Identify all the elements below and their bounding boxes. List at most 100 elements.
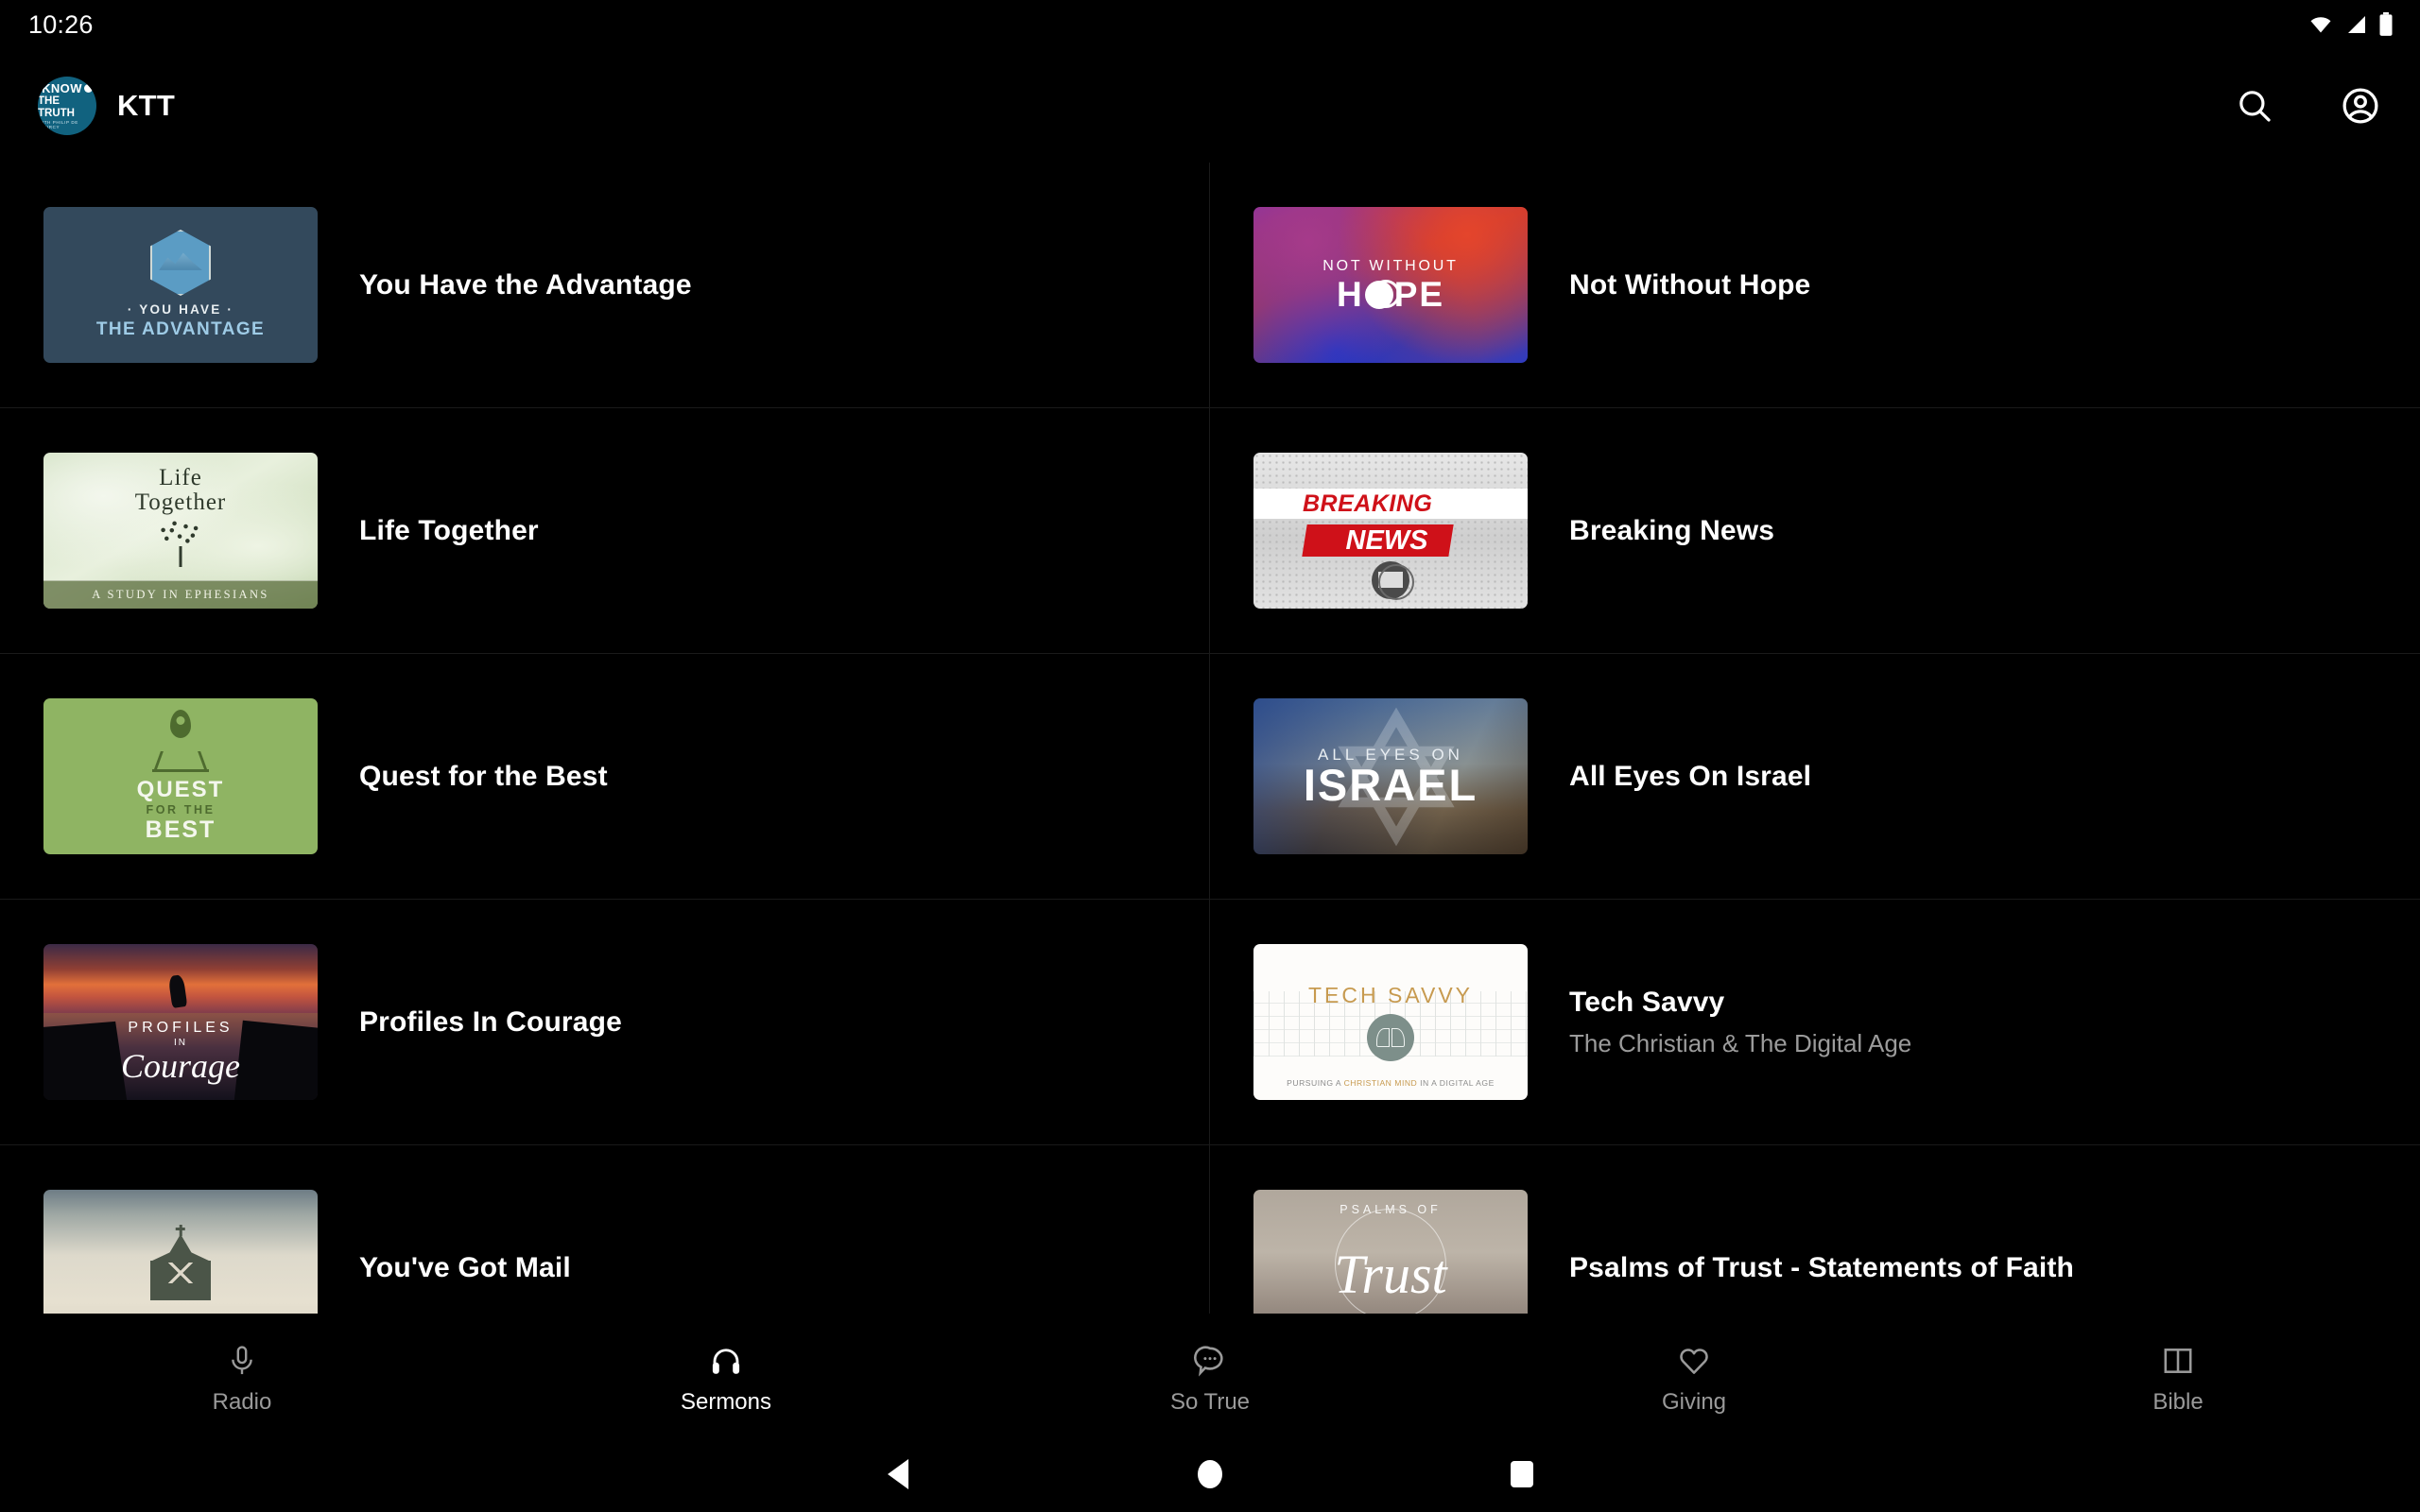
tab-radio[interactable]: Radio xyxy=(0,1344,484,1416)
artwork-hope-pe: PE xyxy=(1393,275,1445,314)
logo-dot xyxy=(83,84,93,94)
app-bar-actions xyxy=(2229,80,2386,131)
heart-icon xyxy=(1680,1349,1708,1374)
artwork-sub-b: CHRISTIAN MIND xyxy=(1343,1078,1418,1088)
list-item[interactable]: PROFILES IN Courage Profiles In Courage xyxy=(0,900,1210,1145)
series-meta: You Have the Advantage xyxy=(359,268,692,302)
series-meta: You've Got Mail xyxy=(359,1251,571,1285)
microphone-icon xyxy=(232,1346,252,1375)
brand: KNOW THE TRUTH WITH PHILIP DE COURCY KTT xyxy=(38,77,175,135)
artwork-line-2: Trust xyxy=(1334,1243,1447,1305)
artwork-line-3: BEST xyxy=(145,816,216,844)
series-thumbnail: TECH SAVVY PURSUING A CHRISTIAN MIND IN … xyxy=(1253,944,1528,1100)
artwork-band: A STUDY IN EPHESIANS xyxy=(43,580,318,609)
tab-label: Sermons xyxy=(680,1389,772,1415)
artwork-line-2: Together xyxy=(134,490,227,516)
series-title: You Have the Advantage xyxy=(359,268,692,301)
status-bar: 10:26 xyxy=(0,0,2420,49)
back-triangle-icon xyxy=(888,1459,908,1489)
home-button[interactable] xyxy=(1054,1460,1366,1488)
series-thumbnail: ALL EYES ON ISRAEL xyxy=(1253,698,1528,854)
artwork-line-2: NEWS xyxy=(1345,525,1428,556)
series-title: Not Without Hope xyxy=(1569,268,1811,301)
series-thumbnail: QUEST FOR THE BEST xyxy=(43,698,318,854)
mountain-outline-icon xyxy=(152,755,209,773)
series-meta: Breaking News xyxy=(1569,514,1774,548)
system-navigation-bar xyxy=(0,1436,2420,1512)
list-item[interactable]: BREAKING NEWS Breaking News xyxy=(1210,408,2420,654)
app-bar: KNOW THE TRUTH WITH PHILIP DE COURCY KTT xyxy=(0,49,2420,163)
logo-line-3: WITH PHILIP DE COURCY xyxy=(38,119,78,129)
series-thumbnail: NOT WITHOUT H PE xyxy=(1253,207,1528,363)
logo-line-2: THE TRUTH xyxy=(38,95,75,119)
tab-sermons[interactable]: Sermons xyxy=(484,1344,968,1416)
series-meta: All Eyes On Israel xyxy=(1569,760,1811,794)
list-item[interactable]: · YOU HAVE · THE ADVANTAGE You Have the … xyxy=(0,163,1210,408)
headphones-icon xyxy=(712,1349,740,1374)
home-circle-icon xyxy=(1198,1460,1222,1488)
list-item[interactable]: YOU’VE GOT MAIL You've Got Mail xyxy=(0,1145,1210,1314)
series-thumbnail: YOU’VE GOT MAIL xyxy=(43,1190,318,1314)
account-circle-icon xyxy=(2342,88,2378,124)
status-clock: 10:26 xyxy=(28,9,94,39)
cellular-signal-icon xyxy=(2348,16,2365,33)
series-title: Psalms of Trust - Statements of Faith xyxy=(1569,1251,2074,1283)
series-meta: Psalms of Trust - Statements of Faith xyxy=(1569,1251,2074,1285)
list-item[interactable]: TECH SAVVY PURSUING A CHRISTIAN MIND IN … xyxy=(1210,900,2420,1145)
know-the-truth-logo: KNOW THE TRUTH WITH PHILIP DE COURCY xyxy=(38,77,96,135)
artwork-band-text: A STUDY IN EPHESIANS xyxy=(92,588,269,601)
list-item[interactable]: Life Together A STUDY IN EPHESIANS Life … xyxy=(0,408,1210,654)
list-item[interactable]: NOT WITHOUT H PE Not Without Hope xyxy=(1210,163,2420,408)
book-badge-icon xyxy=(1367,1014,1414,1061)
recents-button[interactable] xyxy=(1366,1461,1678,1487)
tab-label: Radio xyxy=(212,1389,272,1415)
moon-icon xyxy=(1364,279,1400,309)
list-item[interactable]: ALL EYES ON ISRAEL All Eyes On Israel xyxy=(1210,654,2420,900)
envelope-icon xyxy=(150,1247,211,1300)
artwork-line-1: QUEST xyxy=(136,777,225,803)
series-thumbnail: BREAKING NEWS xyxy=(1253,453,1528,609)
tab-label: Giving xyxy=(1661,1389,1727,1415)
back-button[interactable] xyxy=(742,1459,1054,1489)
artwork-line-1: NOT WITHOUT xyxy=(1322,258,1459,274)
artwork-sub-c: IN A DIGITAL AGE xyxy=(1417,1078,1495,1088)
artwork-line-2: FOR THE xyxy=(146,803,216,817)
series-thumbnail: Life Together A STUDY IN EPHESIANS xyxy=(43,453,318,609)
search-button[interactable] xyxy=(2229,80,2280,131)
series-title: Quest for the Best xyxy=(359,760,608,792)
tab-giving[interactable]: Giving xyxy=(1452,1344,1936,1416)
series-title: All Eyes On Israel xyxy=(1569,760,1812,792)
series-meta: Life Together xyxy=(359,514,539,548)
list-item[interactable]: QUEST FOR THE BEST Quest for the Best xyxy=(0,654,1210,900)
tab-so-true[interactable]: So True xyxy=(968,1344,1452,1416)
series-title: Tech Savvy xyxy=(1569,986,1725,1018)
series-title: You've Got Mail xyxy=(359,1251,571,1283)
newspaper-badge-icon xyxy=(1372,561,1414,600)
artwork-line-1: TECH SAVVY xyxy=(1308,983,1473,1007)
series-thumbnail: PSALMS OF Trust STATEMENTS OF FAITH xyxy=(1253,1190,1528,1314)
series-meta: Profiles In Courage xyxy=(359,1005,622,1040)
series-meta: Not Without Hope xyxy=(1569,268,1810,302)
series-subtitle: The Christian & The Digital Age xyxy=(1569,1028,1912,1057)
artwork-line-1: PROFILES xyxy=(128,1020,233,1036)
tab-bible[interactable]: Bible xyxy=(1936,1344,2420,1416)
list-item[interactable]: PSALMS OF Trust STATEMENTS OF FAITH Psal… xyxy=(1210,1145,2420,1314)
artwork-line-2: THE ADVANTAGE xyxy=(95,319,266,339)
open-book-icon xyxy=(1376,1028,1405,1047)
artwork-line-1: · YOU HAVE · xyxy=(127,302,234,317)
account-button[interactable] xyxy=(2335,80,2386,131)
status-icons xyxy=(2307,12,2394,37)
series-title: Profiles In Courage xyxy=(359,1005,622,1038)
artwork-line-2: H PE xyxy=(1337,277,1444,312)
artwork-line-3: Courage xyxy=(121,1047,240,1085)
artwork-line-2: ISRAEL xyxy=(1303,760,1478,810)
artwork-subtitle: PURSUING A CHRISTIAN MIND IN A DIGITAL A… xyxy=(1253,1078,1528,1088)
open-book-icon xyxy=(2164,1349,2192,1373)
series-meta: Quest for the Best xyxy=(359,760,608,794)
artwork-hope-h: H xyxy=(1336,275,1364,314)
mountain-hex-badge-icon xyxy=(150,230,211,296)
artwork-sub-a: PURSUING A xyxy=(1287,1078,1344,1088)
bottom-tab-bar: Radio Sermons So True Giving Bible xyxy=(0,1323,2420,1436)
jumping-person-silhouette xyxy=(167,974,188,1008)
recents-square-icon xyxy=(1511,1461,1533,1487)
